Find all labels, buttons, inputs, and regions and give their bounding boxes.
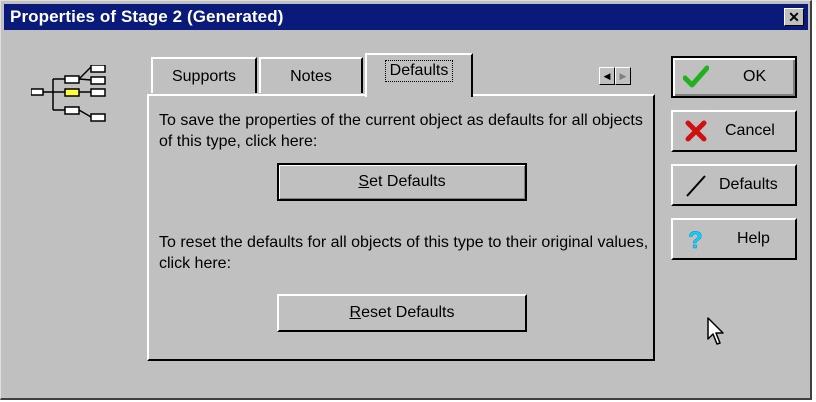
title-bar[interactable]: Properties of Stage 2 (Generated) ✕	[4, 4, 808, 30]
save-defaults-text: To save the properties of the current ob…	[159, 112, 643, 150]
tab-scroll-right-button[interactable]: ▶	[615, 67, 631, 85]
tree-diagram-icon	[31, 65, 106, 122]
tab-scroll-left-button[interactable]: ◀	[599, 67, 615, 85]
reset-defaults-mnemonic: R	[349, 304, 362, 321]
close-icon: ✕	[788, 9, 800, 25]
set-defaults-label: et Defaults	[369, 173, 446, 190]
cancel-button[interactable]: Cancel	[671, 110, 797, 152]
reset-defaults-text: To reset the defaults for all objects of…	[159, 234, 649, 272]
set-defaults-button[interactable]: Set Defaults	[277, 163, 527, 201]
tab-defaults-label: Defaults	[384, 60, 454, 82]
close-button[interactable]: ✕	[784, 8, 804, 26]
tab-defaults[interactable]: Defaults	[365, 53, 473, 97]
ok-label: OK	[743, 68, 767, 85]
set-defaults-mnemonic: S	[358, 173, 370, 190]
reset-defaults-label: eset Defaults	[361, 304, 455, 321]
tab-supports-label: Supports	[171, 68, 237, 85]
tab-notes[interactable]: Notes	[259, 57, 363, 93]
wand-icon	[686, 175, 706, 197]
tab-scroll-arrows: ◀ ▶	[599, 67, 631, 85]
ok-button[interactable]: OK	[671, 56, 797, 98]
question-icon: ?	[688, 227, 703, 252]
help-label: Help	[737, 230, 770, 247]
chevron-left-icon: ◀	[603, 70, 611, 81]
defaults-button[interactable]: Defaults	[671, 164, 797, 206]
properties-dialog: Properties of Stage 2 (Generated) ✕ Supp…	[0, 0, 812, 400]
chevron-right-icon: ▶	[619, 70, 627, 81]
window-title: Properties of Stage 2 (Generated)	[10, 7, 284, 26]
tab-notes-label: Notes	[290, 68, 332, 85]
svg-text:?: ?	[688, 227, 703, 252]
tab-supports[interactable]: Supports	[151, 57, 257, 93]
defaults-tab-panel: To save the properties of the current ob…	[147, 94, 655, 361]
cancel-label: Cancel	[725, 122, 775, 139]
reset-defaults-button[interactable]: Reset Defaults	[277, 294, 527, 332]
check-icon	[683, 65, 709, 88]
defaults-label: Defaults	[719, 176, 778, 193]
x-icon	[685, 120, 707, 142]
mouse-cursor-icon	[707, 317, 724, 345]
help-button[interactable]: ? Help	[671, 218, 797, 260]
